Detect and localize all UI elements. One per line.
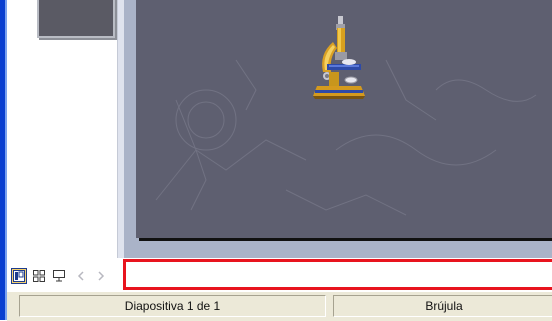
normal-view-button[interactable] (11, 268, 27, 284)
slide-indicator: Diapositiva 1 de 1 (19, 295, 326, 317)
slide-thumbnail[interactable] (37, 0, 115, 38)
powerpoint-window: Diapositiva 1 de 1 Brújula (0, 0, 552, 321)
scroll-right-icon (98, 271, 105, 281)
slides-thumbnail-pane[interactable] (7, 0, 117, 256)
design-template-name[interactable]: Brújula (333, 295, 552, 317)
slide-canvas[interactable] (136, 0, 552, 238)
slide-editing-area (124, 0, 552, 258)
microscope-image[interactable] (309, 14, 369, 100)
window-left-border (0, 0, 7, 320)
view-buttons-bar (7, 262, 120, 290)
slide-sorter-view-button[interactable] (31, 268, 47, 284)
notes-pane[interactable] (123, 259, 552, 290)
status-bar: Diapositiva 1 de 1 Brújula (7, 291, 552, 321)
normal-view-icon (13, 270, 25, 282)
scroll-left-icon (77, 271, 84, 281)
scroll-right-button[interactable] (93, 268, 109, 284)
slide-show-view-button[interactable] (51, 268, 67, 284)
scroll-left-button[interactable] (73, 268, 89, 284)
slide-sorter-icon (33, 270, 45, 282)
slide-show-icon (53, 270, 65, 282)
